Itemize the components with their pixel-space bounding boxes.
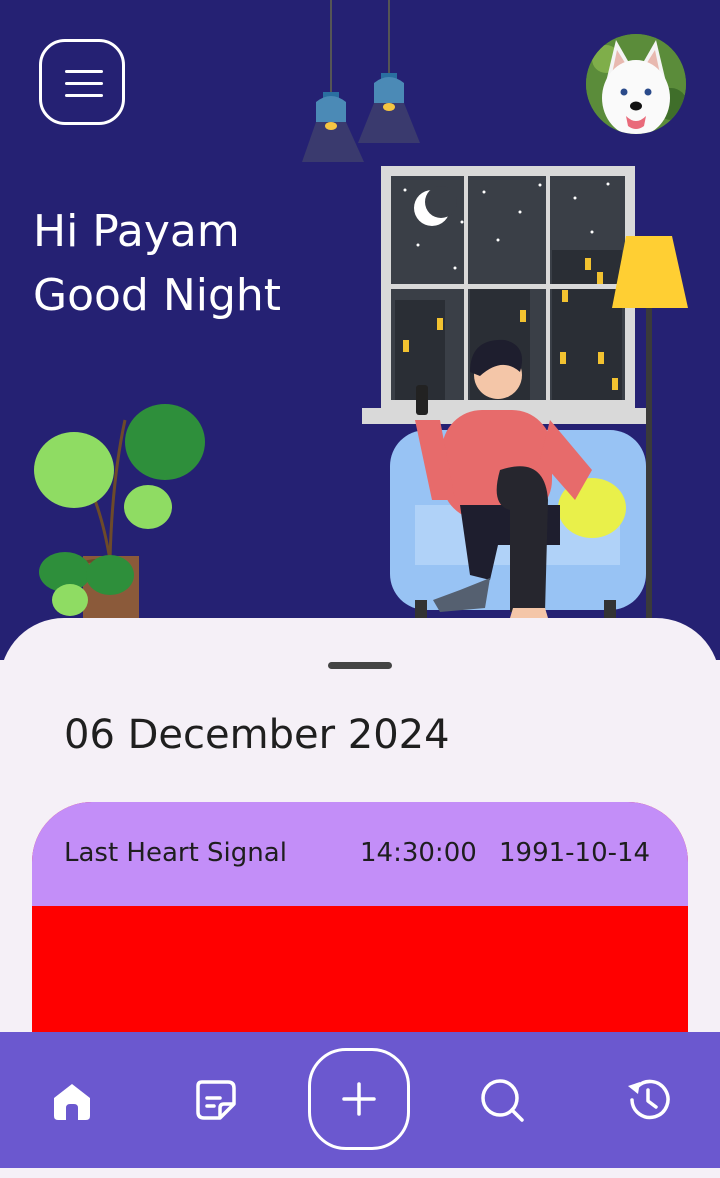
card-title: Last Heart Signal — [64, 838, 287, 868]
sheet-drag-handle[interactable] — [328, 662, 392, 669]
heart-signal-card[interactable]: Last Heart Signal 14:30:00 1991-10-14 — [32, 802, 688, 1042]
search-icon[interactable] — [478, 1076, 526, 1124]
current-date: 06 December 2024 — [64, 712, 450, 758]
note-icon[interactable] — [192, 1076, 240, 1124]
profile-avatar[interactable] — [586, 34, 686, 134]
history-icon[interactable] — [624, 1076, 672, 1124]
card-header: Last Heart Signal 14:30:00 1991-10-14 — [32, 802, 688, 906]
menu-button[interactable] — [39, 39, 125, 125]
add-button[interactable] — [308, 1048, 410, 1150]
hamburger-menu-icon — [65, 70, 103, 73]
dog-avatar-icon — [586, 34, 686, 134]
card-date: 1991-10-14 — [499, 838, 651, 868]
hero-banner: Hi Payam Good Night — [0, 0, 720, 660]
bottom-navigation — [0, 1032, 720, 1168]
home-icon[interactable] — [48, 1076, 96, 1124]
greeting: Hi Payam Good Night — [33, 200, 281, 328]
greeting-name: Hi Payam — [33, 206, 240, 257]
card-time: 14:30:00 — [360, 838, 477, 868]
greeting-time-of-day: Good Night — [33, 270, 282, 321]
add-icon — [342, 1082, 376, 1116]
